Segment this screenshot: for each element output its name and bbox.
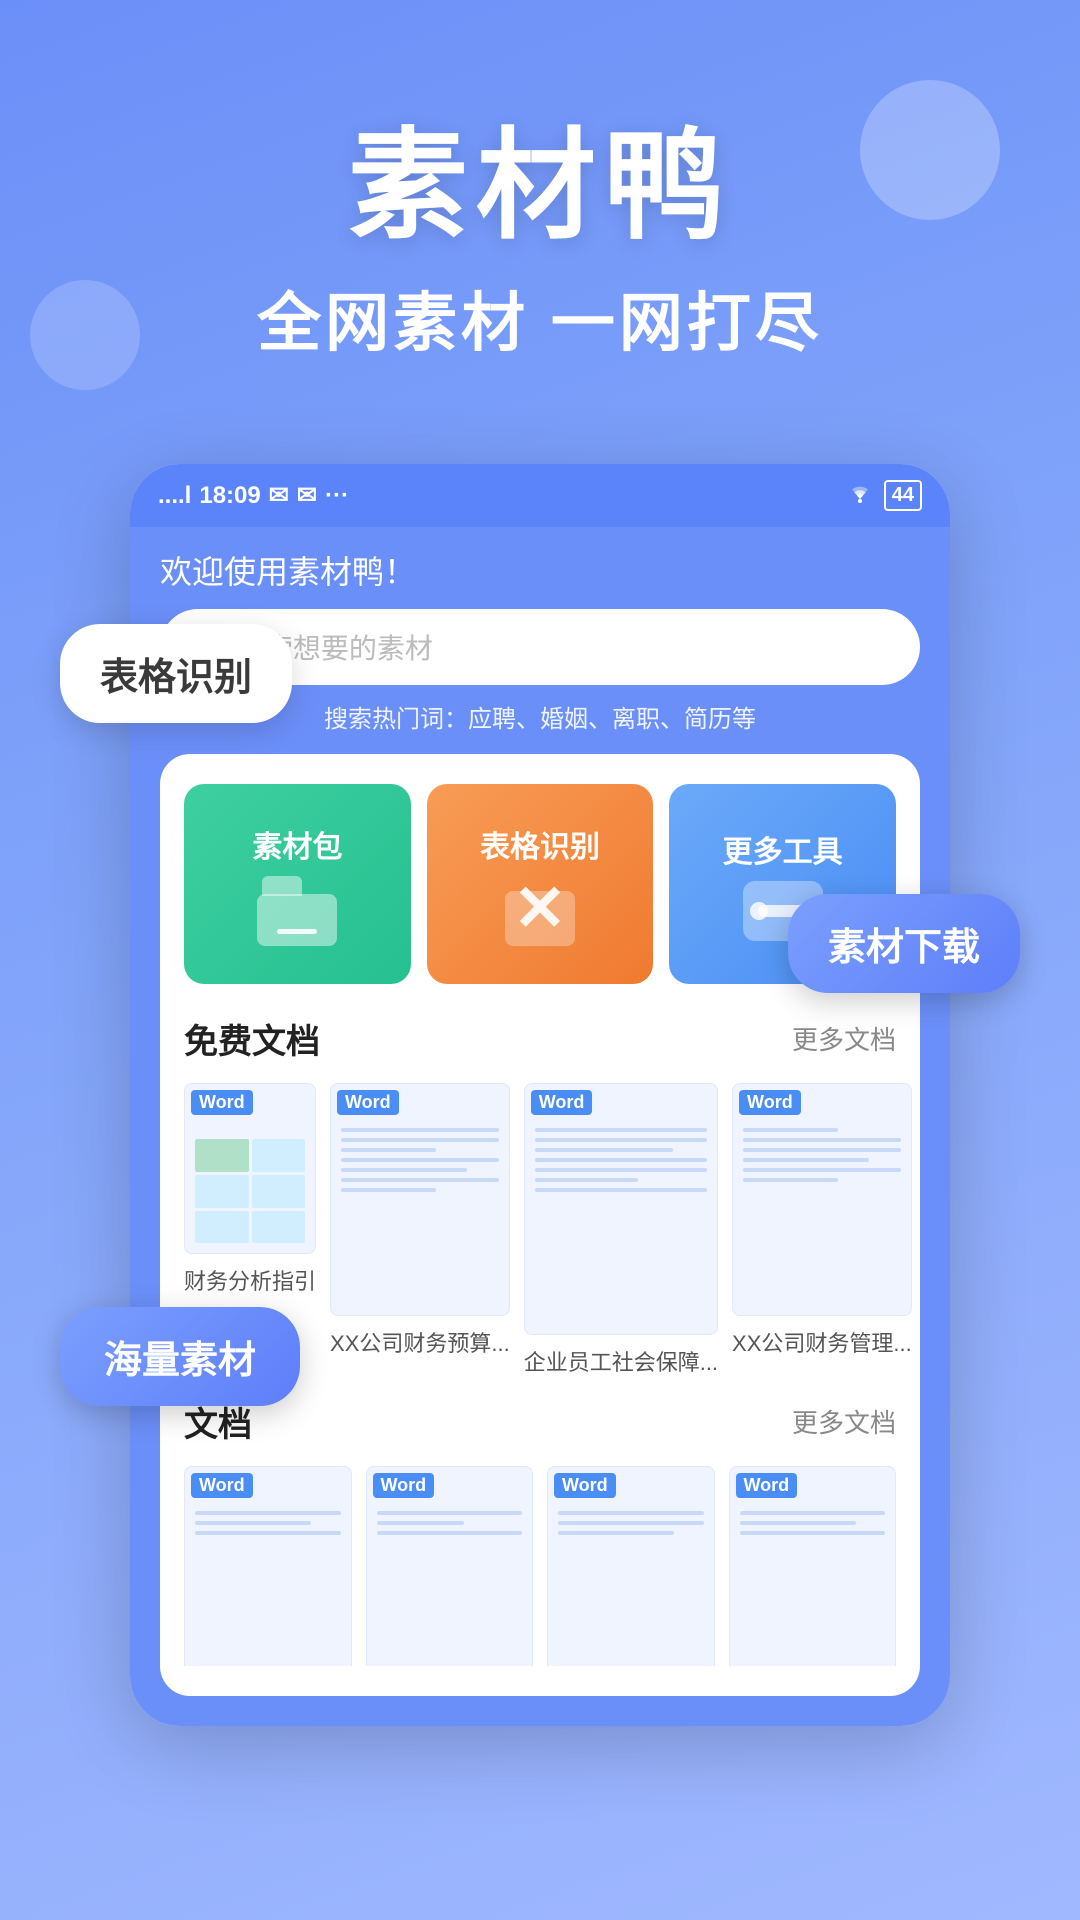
- bottom-word-3: Word: [881, 1831, 919, 1849]
- doc-item-6[interactable]: Word: [366, 1466, 534, 1666]
- free-docs-more[interactable]: 更多文档: [792, 1020, 896, 1057]
- battery-indicator: 44: [884, 480, 922, 511]
- doc-thumb-6: Word: [366, 1466, 534, 1666]
- welcome-text: 欢迎使用素材鸭！: [160, 547, 920, 593]
- doc-item-4[interactable]: Word XX公司财务管理...: [732, 1083, 912, 1377]
- doc-badge-1: Word: [191, 1090, 253, 1115]
- email-icon: ✉: [269, 481, 289, 510]
- free-docs-title: 免费文档: [184, 1014, 320, 1063]
- doc-caption-4: XX公司财务管理...: [732, 1326, 912, 1358]
- doc-thumb-1: Word: [184, 1083, 316, 1254]
- float-label-table-recognition: 表格识别: [60, 624, 292, 723]
- second-docs-header: 文档 更多文档: [184, 1397, 896, 1446]
- bottom-word-2: Word: [521, 1831, 559, 1849]
- wifi-icon: [846, 481, 874, 510]
- free-docs-header: 免费文档 更多文档: [184, 1014, 896, 1063]
- doc-thumb-4: Word: [732, 1083, 912, 1316]
- hero-subtitle: 全网素材 一网打尽: [60, 272, 1020, 364]
- doc-badge-5: Word: [191, 1473, 253, 1498]
- doc-badge-8: Word: [736, 1473, 798, 1498]
- doc-badge-2: Word: [337, 1090, 399, 1115]
- doc-item-2[interactable]: Word XX公司财务预算...: [330, 1083, 510, 1377]
- feature-label-2: 表格识别: [480, 822, 600, 866]
- second-docs-more[interactable]: 更多文档: [792, 1403, 896, 1440]
- signal-icon: ....l: [158, 482, 191, 510]
- float-label-material-download: 素材下载: [788, 894, 1020, 993]
- deco-circle-2: [30, 280, 140, 390]
- status-left: ....l 18:09 ✉ ✉ ···: [158, 481, 349, 510]
- status-right: 44: [846, 480, 922, 511]
- doc-caption-3: 企业员工社会保障...: [524, 1345, 718, 1377]
- doc-badge-7: Word: [554, 1473, 616, 1498]
- msg-icon: ✉: [297, 481, 317, 510]
- feature-label-1: 素材包: [252, 822, 342, 866]
- doc-item-5[interactable]: Word: [184, 1466, 352, 1666]
- doc-thumb-8: Word: [729, 1466, 897, 1666]
- hero-section: 素材鸭 全网素材 一网打尽: [0, 0, 1080, 424]
- more-icon: ···: [325, 482, 349, 510]
- feature-material-pack[interactable]: 素材包: [184, 784, 411, 984]
- second-docs-grid: Word Word: [184, 1466, 896, 1666]
- doc-caption-2: XX公司财务预算...: [330, 1326, 510, 1358]
- doc-thumb-5: Word: [184, 1466, 352, 1666]
- phone-mockup-wrapper: 表格识别 素材下载 海量素材 ....l 18:09 ✉ ✉ ···: [90, 464, 990, 1766]
- float-label-massive-material: 海量素材: [60, 1307, 300, 1406]
- doc-item-3[interactable]: Word 企业员工社会保障...: [524, 1083, 718, 1377]
- feature-label-3: 更多工具: [723, 827, 843, 871]
- feature-table-recognition[interactable]: 表格识别 ✕: [427, 784, 654, 984]
- bottom-word-1: Word: [161, 1831, 199, 1849]
- doc-thumb-3: Word: [524, 1083, 718, 1335]
- status-bar: ....l 18:09 ✉ ✉ ··· 44: [130, 464, 950, 527]
- second-section: 文档 更多文档 Word: [184, 1397, 896, 1666]
- doc-item-7[interactable]: Word: [547, 1466, 715, 1666]
- doc-badge-6: Word: [373, 1473, 435, 1498]
- doc-thumb-7: Word: [547, 1466, 715, 1666]
- white-card: 素材包 表格识别 ✕: [160, 754, 920, 1696]
- deco-circle-1: [860, 80, 1000, 220]
- doc-item-8[interactable]: Word: [729, 1466, 897, 1666]
- doc-badge-4: Word: [739, 1090, 801, 1115]
- doc-thumb-2: Word: [330, 1083, 510, 1316]
- status-time: 18:09: [199, 482, 260, 510]
- doc-caption-1: 财务分析指引: [184, 1264, 316, 1296]
- doc-badge-3: Word: [531, 1090, 593, 1115]
